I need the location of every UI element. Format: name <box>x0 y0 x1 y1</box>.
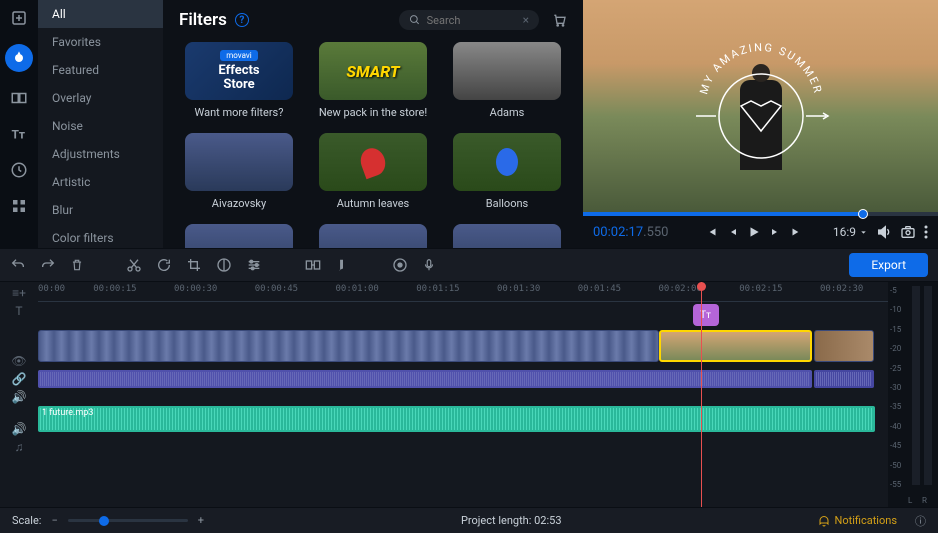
music-track-icon[interactable]: 🔊 <box>12 422 27 436</box>
rotate-icon[interactable] <box>156 257 172 273</box>
video-clip-2-selected[interactable] <box>659 330 812 362</box>
scale-minus[interactable]: − <box>51 514 57 527</box>
clear-search-icon[interactable]: × <box>523 13 529 27</box>
svg-text:MY AMAZING SUMMER: MY AMAZING SUMMER <box>697 41 824 96</box>
linked-audio-2[interactable] <box>814 370 874 388</box>
audio-vol-icon[interactable]: 🔊 <box>12 390 27 404</box>
preview-video[interactable]: MY AMAZING SUMMER <box>583 0 938 212</box>
video-track-icon[interactable]: 👁 <box>11 354 26 368</box>
timecode: 00:02:17.550 <box>593 225 669 240</box>
scale-slider[interactable] <box>68 519 188 522</box>
category-adjustments[interactable]: Adjustments <box>38 140 163 168</box>
filter-card-more1[interactable] <box>179 224 299 248</box>
search-icon <box>409 14 421 26</box>
transitions-icon[interactable] <box>9 88 29 108</box>
svg-text:Tт: Tт <box>12 128 26 142</box>
filter-card-autumn[interactable]: Autumn leaves <box>313 133 433 210</box>
add-track-icon[interactable]: ≡+ <box>12 286 26 300</box>
aspect-ratio[interactable]: 16:9 <box>833 225 868 239</box>
audio-meters: -5-10-15-20-25-30-35-40-45-50-55 L R <box>888 282 938 507</box>
category-blur[interactable]: Blur <box>38 196 163 224</box>
color-adjust-icon[interactable] <box>216 257 232 273</box>
cart-icon[interactable] <box>551 12 567 28</box>
stickers-icon[interactable] <box>9 160 29 180</box>
more-icon[interactable] <box>9 196 29 216</box>
filter-card-store[interactable]: movaviEffectsStore Want more filters? <box>179 42 299 119</box>
scale-plus[interactable]: + <box>198 514 204 527</box>
filters-panel: Filters ? × movaviEffectsStore Want more… <box>163 0 583 248</box>
filter-card-more2[interactable] <box>313 224 433 248</box>
video-track[interactable] <box>38 330 888 368</box>
category-overlay[interactable]: Overlay <box>38 84 163 112</box>
categories-list: AllFavoritesFeaturedOverlayNoiseAdjustme… <box>38 0 163 248</box>
clip-properties-icon[interactable] <box>246 257 262 273</box>
preview-menu-icon[interactable] <box>924 225 928 239</box>
music-clip[interactable]: 1 future.mp3 <box>38 406 875 432</box>
scale-label: Scale: <box>12 514 41 527</box>
playhead[interactable] <box>701 282 702 507</box>
video-clip-1[interactable] <box>38 330 659 362</box>
category-noise[interactable]: Noise <box>38 112 163 140</box>
chevron-down-icon <box>859 228 868 237</box>
bell-icon <box>818 515 830 527</box>
prev-clip-icon[interactable] <box>705 225 719 239</box>
video-clip-3[interactable] <box>814 330 874 362</box>
info-icon[interactable]: ⓘ <box>915 513 926 529</box>
preview-panel: MY AMAZING SUMMER 00:02:17.550 <box>583 0 938 248</box>
snapshot-icon[interactable] <box>900 224 916 240</box>
crop-icon[interactable] <box>186 257 202 273</box>
status-bar: Scale: − + Project length: 02:53 Notific… <box>0 507 938 533</box>
project-length: Project length: 02:53 <box>461 514 562 527</box>
step-back-icon[interactable] <box>727 226 739 238</box>
play-icon[interactable] <box>747 225 761 239</box>
category-featured[interactable]: Featured <box>38 56 163 84</box>
preview-progress[interactable] <box>583 212 938 216</box>
left-rail: Tт <box>0 0 38 248</box>
notifications-button[interactable]: Notifications <box>818 514 897 527</box>
step-fwd-icon[interactable] <box>769 226 781 238</box>
category-favorites[interactable]: Favorites <box>38 28 163 56</box>
category-all[interactable]: All <box>38 0 163 28</box>
next-clip-icon[interactable] <box>789 225 803 239</box>
timeline: ≡+ T 👁 🔗 🔊 🔊 ♫ 00:0000:00:1500:00:3000:0… <box>0 282 938 507</box>
filter-card-adams[interactable]: Adams <box>447 42 567 119</box>
marker-icon[interactable] <box>336 257 350 273</box>
filter-card-newpack[interactable]: SMART New pack in the store! <box>313 42 433 119</box>
linked-audio[interactable] <box>38 370 812 388</box>
preview-overlay: MY AMAZING SUMMER <box>686 31 836 181</box>
record-video-icon[interactable] <box>392 257 408 273</box>
music-note-icon[interactable]: ♫ <box>15 440 24 454</box>
transition-wizard-icon[interactable] <box>304 257 322 273</box>
help-icon[interactable]: ? <box>235 13 249 27</box>
filter-grid: movaviEffectsStore Want more filters? SM… <box>179 42 567 248</box>
volume-icon[interactable] <box>876 224 892 240</box>
filters-icon[interactable] <box>5 44 33 72</box>
cut-icon[interactable] <box>126 257 142 273</box>
filters-title: Filters <box>179 10 227 30</box>
toolbar: Export <box>0 248 938 282</box>
title-track-icon[interactable]: T <box>15 304 22 318</box>
delete-icon[interactable] <box>70 258 84 272</box>
record-audio-icon[interactable] <box>422 257 436 273</box>
filter-card-balloons[interactable]: Balloons <box>447 133 567 210</box>
ruler[interactable]: 00:0000:00:1500:00:3000:00:4500:01:0000:… <box>38 282 888 302</box>
link-track-icon[interactable]: 🔗 <box>12 372 27 386</box>
search-input[interactable]: × <box>399 10 539 30</box>
undo-icon[interactable] <box>10 257 26 273</box>
filter-card-more3[interactable] <box>447 224 567 248</box>
export-button[interactable]: Export <box>849 253 928 277</box>
import-icon[interactable] <box>9 8 29 28</box>
redo-icon[interactable] <box>40 257 56 273</box>
titles-icon[interactable]: Tт <box>9 124 29 144</box>
category-color-filters[interactable]: Color filters <box>38 224 163 248</box>
filter-card-aivazovsky[interactable]: Aivazovsky <box>179 133 299 210</box>
title-clip[interactable]: Tт <box>693 304 719 326</box>
category-artistic[interactable]: Artistic <box>38 168 163 196</box>
